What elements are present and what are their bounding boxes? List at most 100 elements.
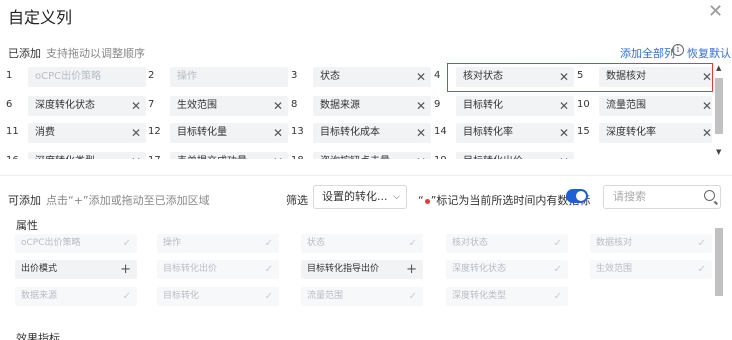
option-label: 流量范围 <box>307 291 344 301</box>
check-icon: ✓ <box>553 264 562 275</box>
slot-number: 8 <box>291 99 298 110</box>
added-column-option: 核对状态 ✓ <box>446 234 568 253</box>
chip-label: 表单提交成功量 <box>177 156 247 159</box>
added-column-chip[interactable]: 表单提交成功量 ✕ <box>170 152 288 159</box>
option-label: 目标转化出价 <box>163 264 218 274</box>
section-divider <box>0 175 732 176</box>
option-label: 数据核对 <box>596 238 633 248</box>
remove-icon[interactable]: ✕ <box>559 123 569 143</box>
remove-icon[interactable]: ✕ <box>559 152 569 159</box>
data-mark-toggle[interactable] <box>566 189 588 203</box>
remove-icon[interactable]: ✕ <box>559 96 569 116</box>
chip-label: oCPC出价策略 <box>35 71 102 82</box>
remove-icon[interactable]: ✕ <box>273 96 283 116</box>
info-icon[interactable]: i <box>672 44 684 56</box>
close-icon[interactable]: ✕ <box>708 2 723 22</box>
available-area-scrollbar[interactable] <box>713 224 725 340</box>
slot-number: 15 <box>577 126 590 137</box>
chip-label: 操作 <box>177 71 197 82</box>
added-column-chip[interactable]: 深度转化状态 ✕ <box>28 96 146 116</box>
chip-label: 咨询按钮点击量 <box>320 156 390 159</box>
slot-number: 10 <box>577 99 590 110</box>
added-column-slot[interactable]: 15 深度转化率 ✕ <box>577 123 712 143</box>
scroll-up-arrow-icon[interactable]: ▲ <box>716 64 721 72</box>
dialog-title: 自定义列 <box>8 8 73 27</box>
added-column-chip[interactable]: 目标转化量 ✕ <box>170 123 288 143</box>
remove-icon[interactable]: ✕ <box>702 96 712 116</box>
chip-label: 生效范围 <box>177 100 217 111</box>
added-column-chip[interactable]: 深度转化率 ✕ <box>599 123 712 143</box>
added-column-slot[interactable]: 10 流量范围 ✕ <box>577 96 712 116</box>
option-label: 核对状态 <box>452 238 489 248</box>
added-column-slot[interactable]: 3 状态 ✕ <box>291 67 433 87</box>
added-column-chip[interactable]: 状态 ✕ <box>313 67 431 87</box>
added-column-slot[interactable]: 14 目标转化率 ✕ <box>434 123 576 143</box>
remove-icon[interactable]: ✕ <box>416 123 426 143</box>
mark-prefix: “ <box>418 194 424 207</box>
add-all-columns-link[interactable]: 添加全部列 <box>620 45 675 61</box>
restore-default-link[interactable]: 恢复默认 <box>687 45 731 61</box>
search-input[interactable]: 请搜索 <box>603 185 721 209</box>
option-label: 生效范围 <box>596 264 633 274</box>
scrollbar-thumb[interactable] <box>715 228 723 296</box>
added-column-option: 数据来源 ✓ <box>15 287 137 306</box>
search-icon[interactable] <box>704 190 715 201</box>
added-column-chip[interactable]: 目标转化率 ✕ <box>456 123 574 143</box>
remove-icon[interactable]: ✕ <box>702 123 712 143</box>
added-column-chip[interactable]: 消费 ✕ <box>28 123 146 143</box>
added-column-chip[interactable]: 生效范围 ✕ <box>170 96 288 116</box>
scroll-down-arrow-icon[interactable]: ▼ <box>716 148 721 156</box>
added-column-slot[interactable]: 6 深度转化状态 ✕ <box>6 96 148 116</box>
added-column-chip[interactable]: 数据来源 ✕ <box>313 96 431 116</box>
added-column-slot[interactable]: 9 目标转化 ✕ <box>434 96 576 116</box>
filter-select-value: 设置的转化... <box>322 190 388 203</box>
toggle-knob <box>576 191 586 201</box>
remove-icon[interactable]: ✕ <box>273 152 283 159</box>
added-column-chip[interactable]: 目标转化 ✕ <box>456 96 574 116</box>
chip-label: 目标转化成本 <box>320 127 380 138</box>
added-column-slot[interactable]: 2 操作 <box>148 67 290 87</box>
added-column-chip[interactable]: oCPC出价策略 <box>28 67 146 87</box>
remove-icon[interactable]: ✕ <box>416 152 426 159</box>
remove-icon[interactable]: ✕ <box>131 96 141 116</box>
added-column-slot[interactable]: 17 表单提交成功量 ✕ <box>148 152 290 159</box>
added-column-slot[interactable]: 16 深度转化类型 ✕ <box>6 152 148 159</box>
addable-column-option[interactable]: 目标转化指导出价 + <box>301 260 423 279</box>
added-area-scrollbar[interactable]: ▲ ▼ <box>713 64 725 159</box>
added-column-chip[interactable]: 流量范围 ✕ <box>599 96 712 116</box>
add-plus-icon[interactable]: + <box>406 260 417 279</box>
added-column-slot[interactable]: 8 数据来源 ✕ <box>291 96 433 116</box>
scrollbar-thumb[interactable] <box>715 78 723 134</box>
add-plus-icon[interactable]: + <box>120 260 131 279</box>
added-column-option: 数据核对 ✓ <box>590 234 712 253</box>
added-column-option: 生效范围 ✓ <box>590 260 712 279</box>
added-column-chip[interactable]: 目标转化出价 ✕ <box>456 152 574 159</box>
added-column-slot[interactable]: 1 oCPC出价策略 <box>6 67 148 87</box>
check-icon: ✓ <box>264 264 273 275</box>
added-column-option: 状态 ✓ <box>301 234 423 253</box>
slot-number: 6 <box>6 99 13 110</box>
added-column-slot[interactable]: 19 目标转化出价 ✕ <box>434 152 576 159</box>
remove-icon[interactable]: ✕ <box>131 152 141 159</box>
added-column-slot[interactable]: 7 生效范围 ✕ <box>148 96 290 116</box>
added-column-option: 目标转化出价 ✓ <box>157 260 279 279</box>
slot-number: 19 <box>434 155 452 159</box>
addable-column-option[interactable]: 出价模式 + <box>15 260 137 279</box>
remove-icon[interactable]: ✕ <box>416 96 426 116</box>
added-column-chip[interactable]: 操作 <box>170 67 288 87</box>
remove-icon[interactable]: ✕ <box>131 123 141 143</box>
option-label: 状态 <box>307 238 326 248</box>
remove-icon[interactable]: ✕ <box>273 123 283 143</box>
added-column-slot[interactable]: 18 咨询按钮点击量 ✕ <box>291 152 433 159</box>
added-column-slot[interactable]: 12 目标转化量 ✕ <box>148 123 290 143</box>
highlight-box <box>447 63 713 92</box>
added-column-slot[interactable]: 11 消费 ✕ <box>6 123 148 143</box>
filter-select[interactable]: 设置的转化... ⌵ <box>313 185 407 209</box>
added-column-chip[interactable]: 咨询按钮点击量 ✕ <box>313 152 431 159</box>
remove-icon[interactable]: ✕ <box>416 67 426 87</box>
available-options-grid: oCPC出价策略 ✓ 操作 ✓ 状态 ✓ 核对状态 ✓ 数据核对 ✓ 出价模式 + 目标转化出价 ✓ 目标转… <box>0 232 712 308</box>
added-column-chip[interactable]: 深度转化类型 ✕ <box>28 152 146 159</box>
added-column-option: 流量范围 ✓ <box>301 287 423 306</box>
added-column-slot[interactable]: 13 目标转化成本 ✕ <box>291 123 433 143</box>
added-column-chip[interactable]: 目标转化成本 ✕ <box>313 123 431 143</box>
